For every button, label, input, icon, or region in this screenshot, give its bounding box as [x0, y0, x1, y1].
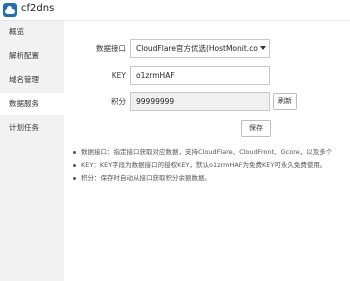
key-input-value: o1zrmHAF — [136, 71, 175, 80]
sidebar: 概览 解析配置 域名管理 数据服务 计划任务 — [0, 21, 64, 281]
bullet-icon — [73, 151, 76, 154]
source-select[interactable]: CloudFlare官方优选(HostMonit.co — [130, 39, 270, 58]
points-input: 99999999 — [130, 92, 270, 111]
points-input-value: 99999999 — [136, 97, 175, 106]
refresh-button[interactable]: 刷新 — [273, 93, 297, 110]
cloud-icon — [3, 3, 17, 17]
points-label: 积分 — [111, 97, 126, 106]
note-text: 数据接口：指定接口获取对应数据，支持CloudFlare、CloudFront、… — [81, 148, 333, 156]
sidebar-item-domain-management[interactable]: 域名管理 — [0, 69, 64, 91]
note-text: KEY：KEY字段为数据接口的授权KEY，默认o1zrmHAF为免费KEY可永久… — [81, 161, 327, 169]
bullet-icon — [73, 177, 76, 180]
source-row: 数据接口 CloudFlare官方优选(HostMonit.co — [64, 39, 350, 58]
bullet-icon — [73, 164, 76, 167]
key-label: KEY — [111, 71, 126, 80]
title-bar: cf2dns — [0, 0, 350, 21]
app-title: cf2dns — [21, 3, 55, 14]
points-row: 积分 99999999 刷新 — [64, 92, 350, 111]
sidebar-item-overview[interactable]: 概览 — [0, 21, 64, 43]
source-label: 数据接口 — [96, 44, 126, 53]
chevron-down-icon — [260, 46, 266, 50]
main-content: 数据接口 CloudFlare官方优选(HostMonit.co KEY o1z… — [64, 21, 350, 281]
source-select-value: CloudFlare官方优选(HostMonit.co — [136, 44, 258, 53]
note-item: 积分：保存时自动从接口获取积分余额数据。 — [72, 172, 348, 185]
note-item: KEY：KEY字段为数据接口的授权KEY，默认o1zrmHAF为免费KEY可永久… — [72, 159, 348, 172]
sidebar-item-data-service[interactable]: 数据服务 — [0, 93, 64, 115]
note-item: 数据接口：指定接口获取对应数据，支持CloudFlare、CloudFront、… — [72, 146, 348, 159]
sidebar-item-resolve-config[interactable]: 解析配置 — [0, 45, 64, 67]
save-button[interactable]: 保存 — [241, 120, 271, 137]
help-notes: 数据接口：指定接口获取对应数据，支持CloudFlare、CloudFront、… — [72, 146, 348, 185]
key-input[interactable]: o1zrmHAF — [130, 66, 270, 85]
key-row: KEY o1zrmHAF — [64, 66, 350, 85]
note-text: 积分：保存时自动从接口获取积分余额数据。 — [81, 174, 211, 182]
sidebar-item-scheduled-tasks[interactable]: 计划任务 — [0, 117, 64, 139]
